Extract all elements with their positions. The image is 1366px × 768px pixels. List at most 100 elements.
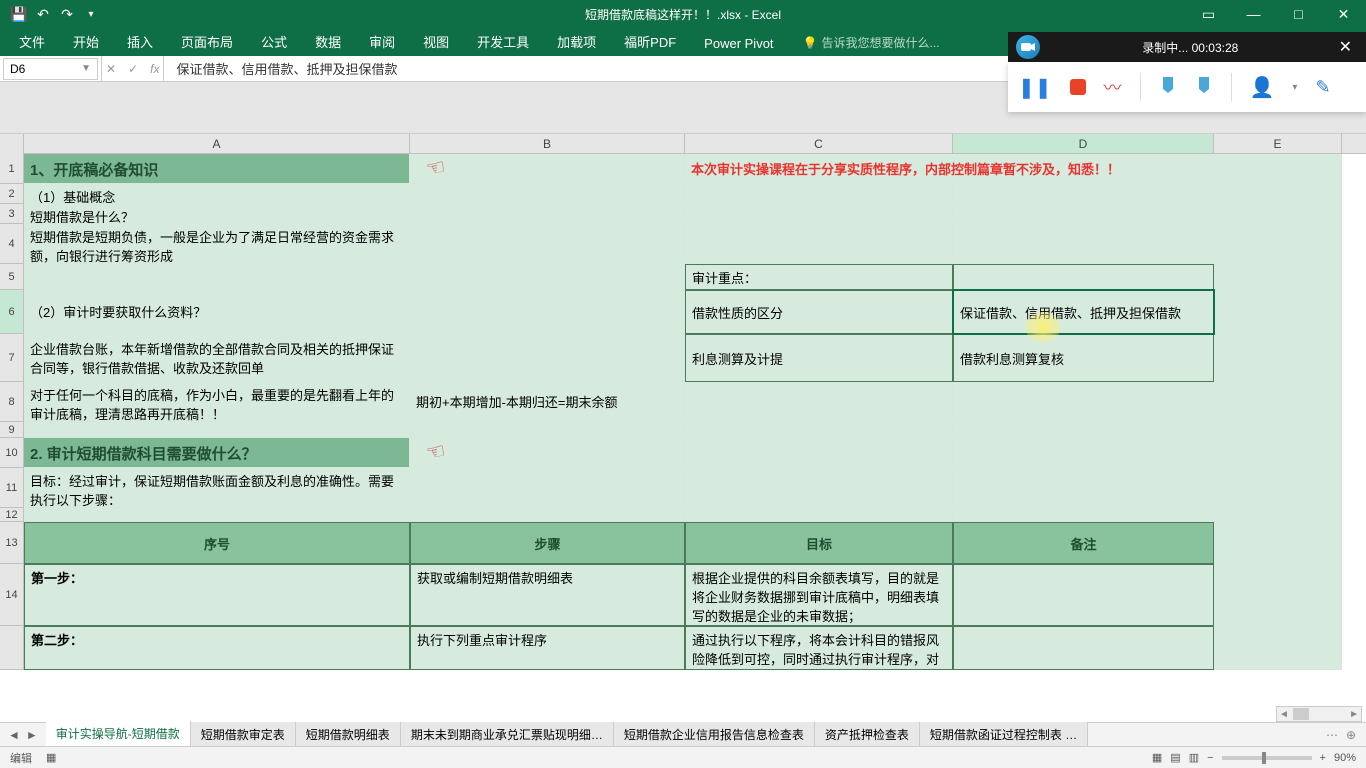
save-icon[interactable]: 💾 xyxy=(10,5,28,23)
cell[interactable] xyxy=(410,508,685,522)
sheet-tab[interactable]: 短期借款审定表 xyxy=(191,722,296,747)
maximize-icon[interactable]: □ xyxy=(1276,0,1321,28)
chevron-down-icon[interactable]: ▼ xyxy=(81,63,91,74)
cell[interactable] xyxy=(410,468,685,508)
row-header[interactable]: 8 xyxy=(0,382,24,422)
zoom-in-icon[interactable]: + xyxy=(1320,752,1326,764)
enter-icon[interactable]: ✓ xyxy=(128,62,138,76)
row-header[interactable]: 10 xyxy=(0,438,24,468)
name-box[interactable]: D6 ▼ xyxy=(3,58,98,80)
cancel-icon[interactable]: ✕ xyxy=(106,62,116,76)
cell[interactable]: 利息测算及计提 xyxy=(685,334,953,382)
cell[interactable]: 借款性质的区分 xyxy=(685,290,953,334)
cell[interactable]: 目标：经过审计，保证短期借款账面金额及利息的准确性。需要执行以下步骤： xyxy=(24,468,410,508)
marker1-icon[interactable] xyxy=(1159,75,1177,99)
section-title[interactable]: 2. 审计短期借款科目需要做什么？ xyxy=(24,438,410,468)
view-pagebreak-icon[interactable]: ▥ xyxy=(1189,751,1199,764)
cell[interactable] xyxy=(953,438,1214,468)
redo-icon[interactable]: ↷ xyxy=(58,5,76,23)
cell[interactable] xyxy=(1214,468,1342,508)
fx-icon[interactable]: fx xyxy=(150,62,159,76)
col-header-a[interactable]: A xyxy=(24,134,410,153)
pause-icon[interactable]: ❚❚ xyxy=(1018,75,1052,100)
sheet-tab-active[interactable]: 审计实操导航-短期借款 xyxy=(46,721,191,748)
row-header[interactable]: 7 xyxy=(0,334,24,382)
row-header[interactable]: 13 xyxy=(0,522,24,564)
cell[interactable] xyxy=(1214,438,1342,468)
cell[interactable] xyxy=(410,224,685,264)
row-header[interactable]: 14 xyxy=(0,564,24,626)
cell[interactable] xyxy=(953,422,1214,438)
row-header[interactable]: 12 xyxy=(0,508,24,522)
row-header[interactable] xyxy=(0,626,24,670)
section-title[interactable]: 1、开底稿必备知识 xyxy=(24,154,410,184)
table-header[interactable]: 序号 xyxy=(24,522,410,564)
tabs-more-icon[interactable]: ⋯ xyxy=(1326,728,1338,742)
cell[interactable]: ☜ xyxy=(410,154,685,184)
zoom-out-icon[interactable]: − xyxy=(1207,752,1213,764)
table-header[interactable]: 备注 xyxy=(953,522,1214,564)
selected-cell[interactable]: 保证借款、信用借款、抵押及担保借款 xyxy=(953,290,1214,334)
cell[interactable]: 企业借款台账，本年新增借款的全部借款合同及相关的抵押保证合同等，银行借款借据、收… xyxy=(24,334,410,382)
cell[interactable] xyxy=(953,184,1214,204)
cell[interactable]: 短期借款是什么？ xyxy=(24,204,410,224)
cell[interactable] xyxy=(685,224,953,264)
tab-layout[interactable]: 页面布局 xyxy=(167,26,247,56)
user-add-icon[interactable]: 👤 xyxy=(1250,75,1275,100)
sheet-tab[interactable]: 短期借款函证过程控制表 … xyxy=(920,722,1088,747)
qat-more-icon[interactable]: ▾ xyxy=(82,5,100,23)
col-header-d[interactable]: D xyxy=(953,134,1214,153)
cell[interactable]: 短期借款是短期负债，一般是企业为了满足日常经营的资金需求额，向银行进行筹资形成 xyxy=(24,224,410,264)
row-header[interactable]: 2 xyxy=(0,184,24,204)
stop-icon[interactable] xyxy=(1070,79,1086,95)
cell[interactable]: 审计重点： xyxy=(685,264,953,290)
cell[interactable] xyxy=(1214,334,1342,382)
cell[interactable]: 第二步： xyxy=(24,626,410,670)
cell[interactable] xyxy=(1214,422,1342,438)
cell[interactable] xyxy=(685,468,953,508)
cell[interactable] xyxy=(410,204,685,224)
cell[interactable] xyxy=(1214,508,1342,522)
cell[interactable]: 对于任何一个科目的底稿，作为小白，最重要的是先翻看上年的审计底稿，理清思路再开底… xyxy=(24,382,410,422)
cell[interactable] xyxy=(1214,626,1342,670)
pen-icon[interactable]: ✎ xyxy=(1315,77,1330,98)
tell-me-search[interactable]: 💡 告诉我您想要做什么... xyxy=(803,34,940,56)
undo-icon[interactable]: ↶ xyxy=(34,5,52,23)
table-header[interactable]: 目标 xyxy=(685,522,953,564)
cell[interactable] xyxy=(685,508,953,522)
cell[interactable] xyxy=(953,204,1214,224)
cell[interactable] xyxy=(410,290,685,334)
cell[interactable] xyxy=(1214,382,1342,422)
cell[interactable] xyxy=(410,334,685,382)
view-layout-icon[interactable]: ▤ xyxy=(1170,751,1180,764)
tab-developer[interactable]: 开发工具 xyxy=(463,26,543,56)
col-header-c[interactable]: C xyxy=(685,134,953,153)
row-header[interactable]: 5 xyxy=(0,264,24,290)
cell[interactable]: （2）审计时要获取什么资料？ xyxy=(24,290,410,334)
cell[interactable]: 第一步： xyxy=(24,564,410,626)
tab-file[interactable]: 文件 xyxy=(5,26,59,56)
add-sheet-icon[interactable]: ⊕ xyxy=(1346,728,1356,742)
tab-data[interactable]: 数据 xyxy=(301,26,355,56)
recorder-close-icon[interactable]: ✕ xyxy=(1333,37,1358,57)
close-icon[interactable]: ✕ xyxy=(1321,0,1366,28)
cell[interactable] xyxy=(410,422,685,438)
tab-next-icon[interactable]: ► xyxy=(26,728,38,742)
cell[interactable] xyxy=(1214,564,1342,626)
tab-foxit[interactable]: 福昕PDF xyxy=(610,26,690,56)
horizontal-scrollbar[interactable]: ◄ ► xyxy=(1276,706,1362,722)
cell[interactable] xyxy=(685,184,953,204)
zoom-value[interactable]: 90% xyxy=(1334,752,1356,764)
sheet-tab[interactable]: 短期借款企业信用报告信息检查表 xyxy=(614,722,815,747)
row-header[interactable]: 6 xyxy=(0,290,24,334)
cell[interactable] xyxy=(685,382,953,422)
cell[interactable]: （1）基础概念 xyxy=(24,184,410,204)
view-normal-icon[interactable]: ▦ xyxy=(1152,751,1162,764)
cell[interactable] xyxy=(410,264,685,290)
warning-text[interactable]: 本次审计实操课程在于分享实质性程序，内部控制篇章暂不涉及，知悉！！ xyxy=(685,154,1342,184)
cell[interactable] xyxy=(410,184,685,204)
macro-record-icon[interactable]: ▦ xyxy=(46,751,56,764)
cell[interactable]: 根据企业提供的科目余额表填写，目的就是将企业财务数据挪到审计底稿中，明细表填写的… xyxy=(685,564,953,626)
waveform-icon[interactable]: 〰 xyxy=(1104,74,1122,100)
col-header-b[interactable]: B xyxy=(410,134,685,153)
